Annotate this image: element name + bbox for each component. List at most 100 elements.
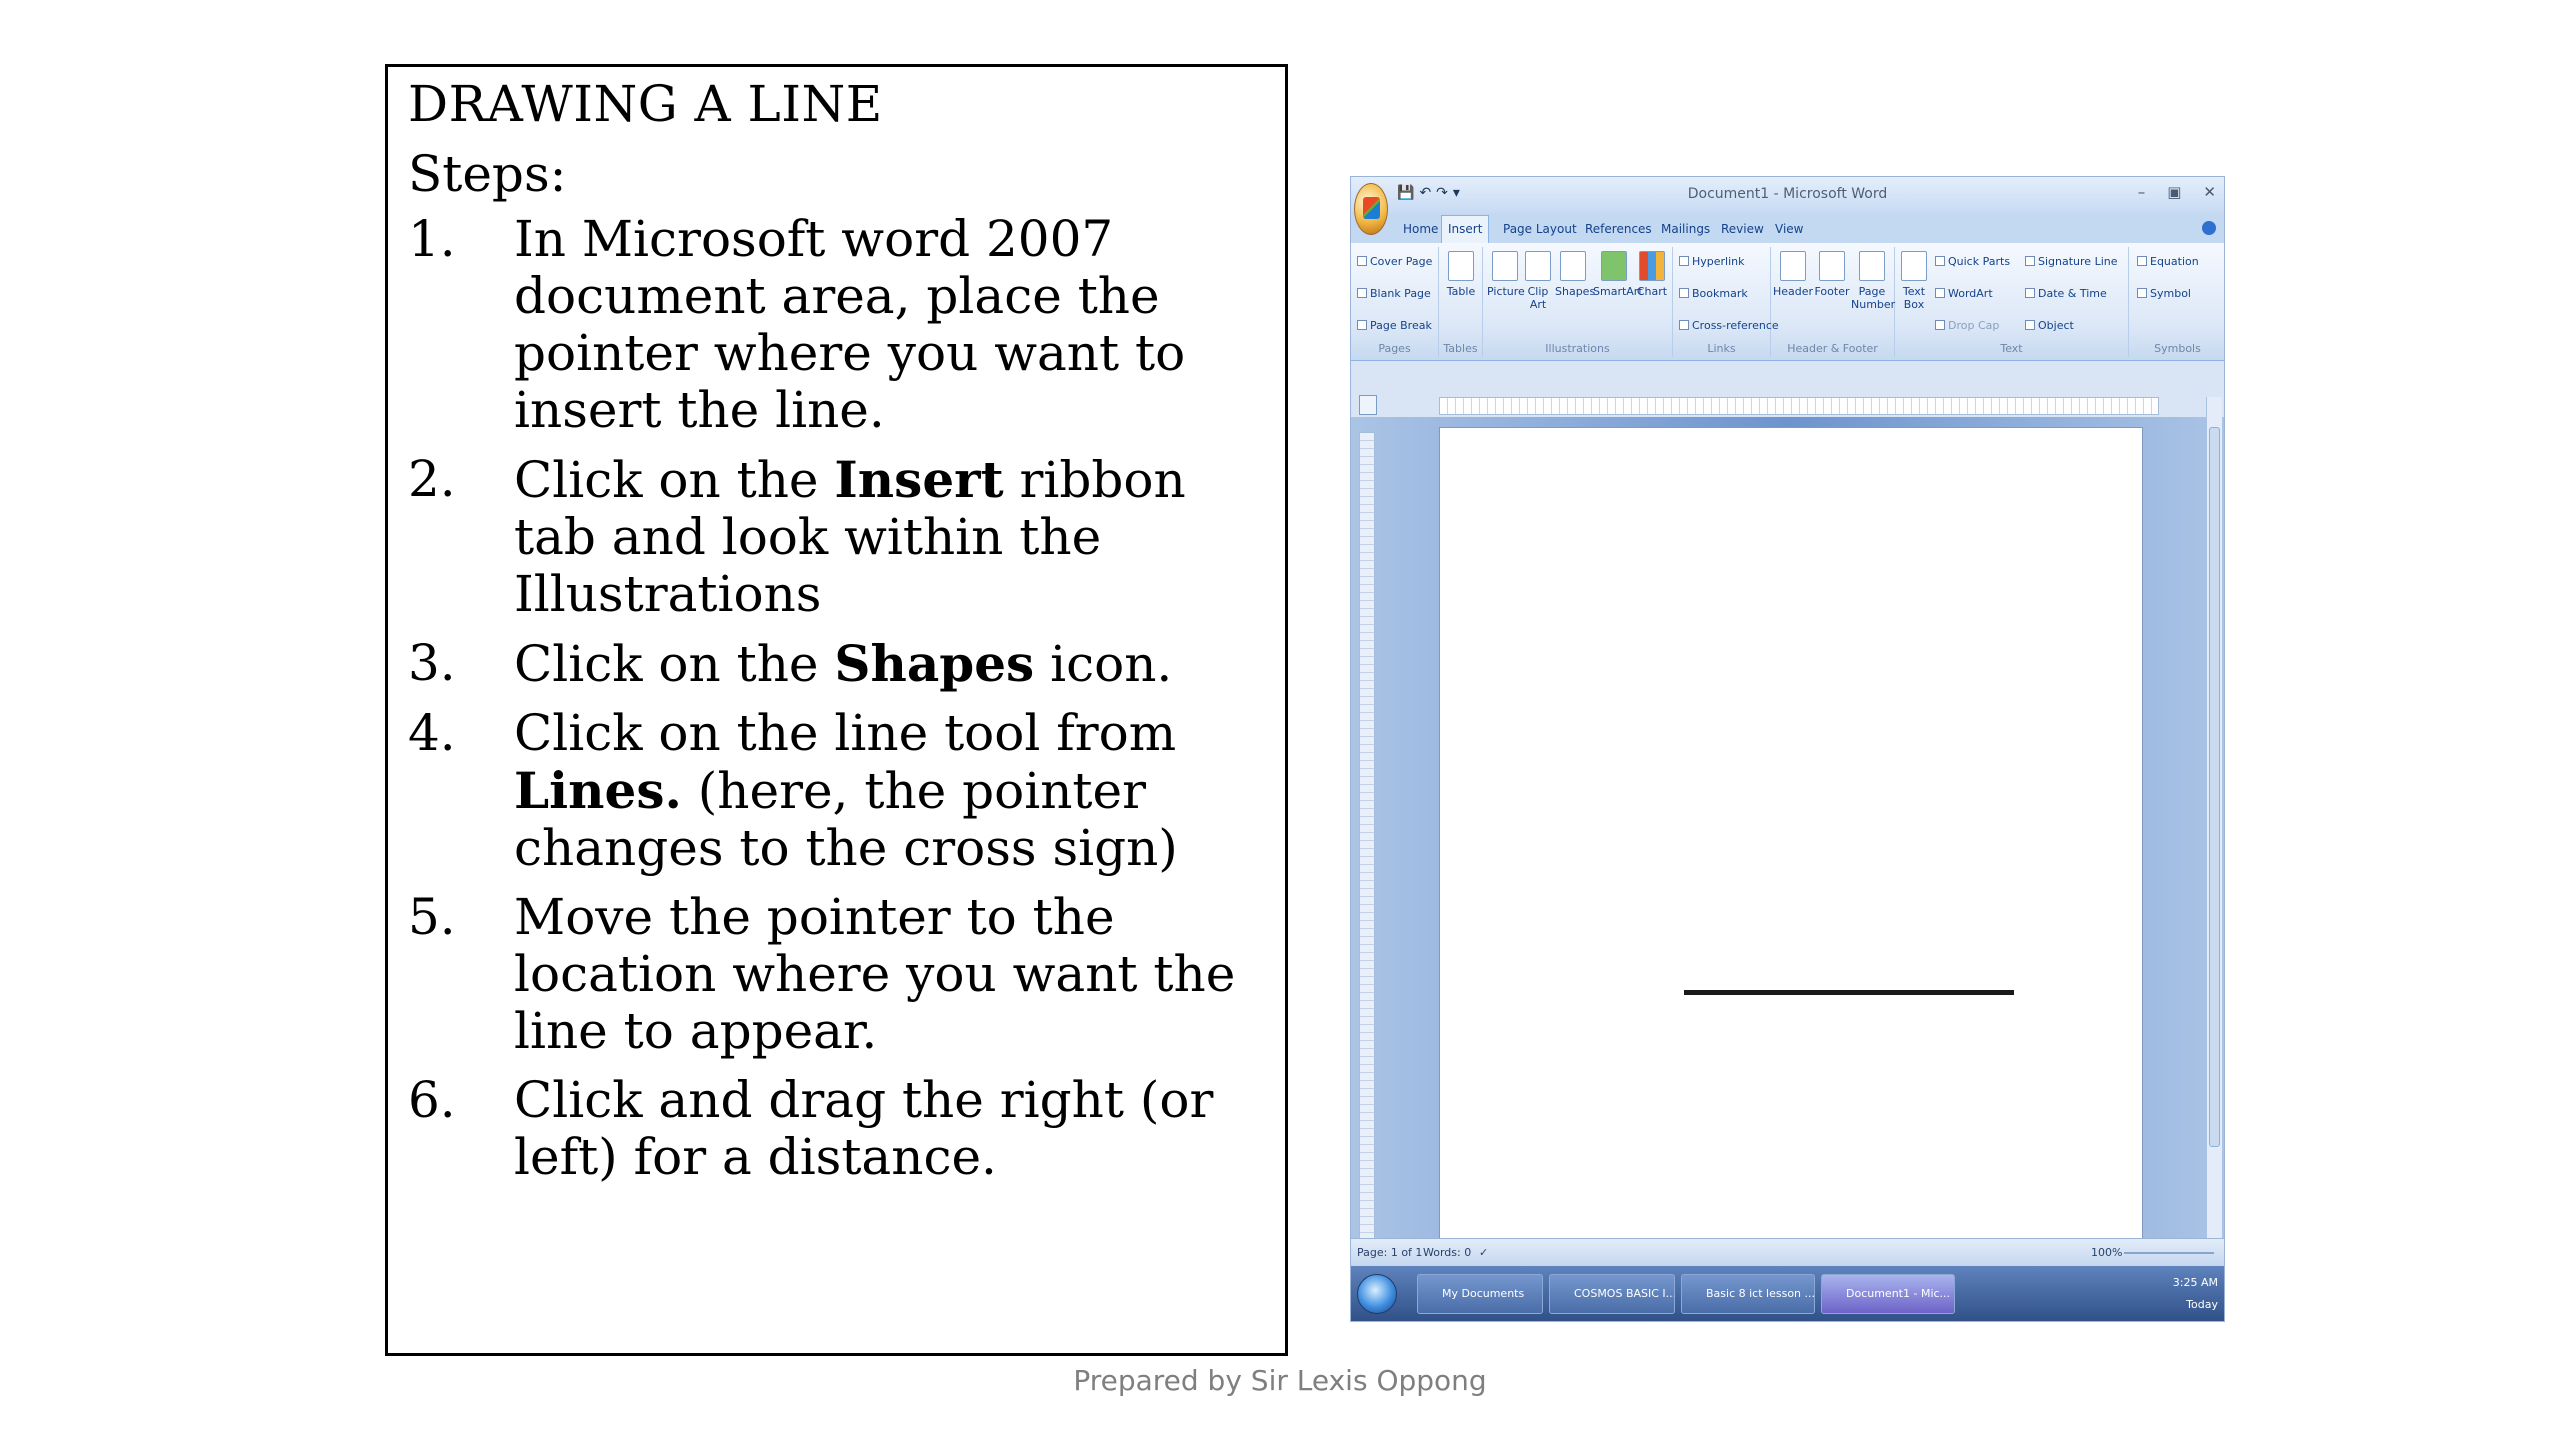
step-text: Click on the line tool from Lines. (here… <box>514 704 1178 877</box>
help-icon[interactable] <box>2202 221 2216 235</box>
zoom-slider[interactable] <box>2124 1252 2214 1254</box>
window-title: Document1 - Microsoft Word <box>1687 186 1888 202</box>
clip-art-button[interactable]: Clip Art <box>1523 251 1553 311</box>
system-tray: 3:25 AM Today <box>2173 1272 2218 1316</box>
step-number: 3. <box>408 634 456 692</box>
horizontal-ruler[interactable] <box>1439 397 2159 415</box>
instructions-box: DRAWING A LINE Steps: 1. In Microsoft wo… <box>385 64 1288 1356</box>
tab-references[interactable]: References <box>1579 219 1658 239</box>
page-number-icon <box>1859 251 1885 281</box>
close-icon[interactable]: ✕ <box>2203 183 2216 201</box>
step-number: 4. <box>408 704 456 762</box>
scroll-thumb[interactable] <box>2209 427 2220 1147</box>
title-bar: 💾 ↶ ↷ ▾ Document1 - Microsoft Word – ▣ ✕ <box>1351 177 2224 213</box>
vertical-ruler[interactable] <box>1359 432 1375 1257</box>
vertical-scrollbar[interactable] <box>2206 397 2222 1262</box>
lines-emphasis: Lines. <box>514 761 682 820</box>
window-controls: – ▣ ✕ <box>2138 183 2216 201</box>
page-number-button[interactable]: Page Number <box>1851 251 1895 311</box>
steps-label: Steps: <box>408 145 567 203</box>
tab-mailings[interactable]: Mailings <box>1655 219 1716 239</box>
drawn-line-shape[interactable] <box>1684 990 2014 995</box>
status-bar: Page: 1 of 1 Words: 0 ✓ 100% <box>1351 1238 2224 1266</box>
hyperlink-button[interactable]: Hyperlink <box>1679 255 1745 268</box>
step-item: 5. Move the pointer to the location wher… <box>408 889 1267 1060</box>
group-illustrations: Picture Clip Art Shapes SmartArt Chart I… <box>1483 247 1673 357</box>
taskbar-item[interactable]: My Documents <box>1417 1274 1543 1314</box>
ribbon-tabs: Home Insert Page Layout References Maili… <box>1351 213 2224 243</box>
step-item: 1. In Microsoft word 2007 document area,… <box>408 211 1267 439</box>
proofing-icon[interactable]: ✓ <box>1479 1246 1488 1259</box>
signature-line-button[interactable]: Signature Line <box>2025 255 2118 268</box>
page-break-button[interactable]: Page Break <box>1357 319 1432 332</box>
word-count[interactable]: Words: 0 <box>1423 1246 1471 1259</box>
insert-ribbon: Cover Page Blank Page Page Break Pages T… <box>1351 243 2224 361</box>
smartart-button[interactable]: SmartArt <box>1593 251 1643 298</box>
group-pages: Cover Page Blank Page Page Break Pages <box>1351 247 1439 357</box>
tab-review[interactable]: Review <box>1715 219 1770 239</box>
footer-credit: Prepared by Sir Lexis Oppong <box>1073 1364 1487 1397</box>
step-item: 6. Click and drag the right (or left) fo… <box>408 1072 1267 1186</box>
step-text: Click on the Insert ribbon tab and look … <box>514 450 1186 623</box>
wordart-button[interactable]: WordArt <box>1935 287 1993 300</box>
symbol-button[interactable]: Symbol <box>2137 287 2191 300</box>
chart-button[interactable]: Chart <box>1635 251 1669 298</box>
quick-parts-button[interactable]: Quick Parts <box>1935 255 2010 268</box>
equation-button[interactable]: Equation <box>2137 255 2199 268</box>
text-box-button[interactable]: Text Box <box>1897 251 1931 311</box>
group-label: Header & Footer <box>1787 342 1878 355</box>
footer-button[interactable]: Footer <box>1813 251 1851 298</box>
smartart-icon <box>1601 251 1627 281</box>
word-screenshot: 💾 ↶ ↷ ▾ Document1 - Microsoft Word – ▣ ✕… <box>1350 176 2225 1322</box>
document-page[interactable] <box>1439 427 2143 1262</box>
header-icon <box>1780 251 1806 281</box>
page-count[interactable]: Page: 1 of 1 <box>1357 1246 1422 1259</box>
date-time-button[interactable]: Date & Time <box>2025 287 2107 300</box>
object-button[interactable]: Object <box>2025 319 2074 332</box>
group-label: Symbols <box>2154 342 2201 355</box>
step-number: 1. <box>408 210 456 268</box>
picture-button[interactable]: Picture <box>1487 251 1525 298</box>
step-item: 4. Click on the line tool from Lines. (h… <box>408 705 1267 877</box>
footer-icon <box>1819 251 1845 281</box>
cover-page-button[interactable]: Cover Page <box>1357 255 1432 268</box>
table-button[interactable]: Table <box>1445 251 1477 298</box>
clock-day[interactable]: Today <box>2173 1294 2218 1316</box>
office-logo-icon <box>1363 197 1380 219</box>
group-label: Text <box>2000 342 2023 355</box>
step-text: Click and drag the right (or left) for a… <box>514 1071 1214 1186</box>
tab-page-layout[interactable]: Page Layout <box>1497 219 1583 239</box>
tab-selector[interactable] <box>1359 395 1377 415</box>
insert-emphasis: Insert <box>834 450 1004 509</box>
taskbar-item-active[interactable]: Document1 - Mic... <box>1821 1274 1955 1314</box>
blank-page-button[interactable]: Blank Page <box>1357 287 1431 300</box>
taskbar-item[interactable]: Basic 8 ict lesson ... <box>1681 1274 1815 1314</box>
cross-reference-button[interactable]: Cross-reference <box>1679 319 1779 332</box>
group-label: Pages <box>1378 342 1411 355</box>
tab-view[interactable]: View <box>1769 219 1809 239</box>
step-number: 6. <box>408 1071 456 1129</box>
shapes-button[interactable]: Shapes <box>1555 251 1595 298</box>
clock-time[interactable]: 3:25 AM <box>2173 1272 2218 1294</box>
drop-cap-button[interactable]: Drop Cap <box>1935 319 1999 332</box>
slide-title: DRAWING A LINE <box>408 75 883 133</box>
tab-insert[interactable]: Insert <box>1441 215 1490 243</box>
group-text: Text Box Quick Parts WordArt Drop Cap Si… <box>1895 247 2129 357</box>
group-header-footer: Header Footer Page Number Header & Foote… <box>1771 247 1895 357</box>
windows-taskbar: My Documents COSMOS BASIC I... Basic 8 i… <box>1351 1266 2224 1321</box>
header-button[interactable]: Header <box>1773 251 1813 298</box>
zoom-level[interactable]: 100% <box>2091 1246 2122 1259</box>
start-button[interactable] <box>1357 1274 1397 1314</box>
restore-icon[interactable]: ▣ <box>2167 183 2181 201</box>
group-symbols: Equation Symbol Symbols <box>2129 247 2224 357</box>
minimize-icon[interactable]: – <box>2138 183 2146 201</box>
step-text: Click on the Shapes icon. <box>514 634 1173 693</box>
taskbar-item[interactable]: COSMOS BASIC I... <box>1549 1274 1675 1314</box>
step-item: 2. Click on the Insert ribbon tab and lo… <box>408 451 1267 623</box>
bookmark-button[interactable]: Bookmark <box>1679 287 1748 300</box>
tab-home[interactable]: Home <box>1397 219 1444 239</box>
steps-list: 1. In Microsoft word 2007 document area,… <box>408 211 1267 1186</box>
office-button[interactable] <box>1354 183 1388 235</box>
table-icon <box>1448 251 1474 281</box>
step-number: 2. <box>408 450 456 508</box>
